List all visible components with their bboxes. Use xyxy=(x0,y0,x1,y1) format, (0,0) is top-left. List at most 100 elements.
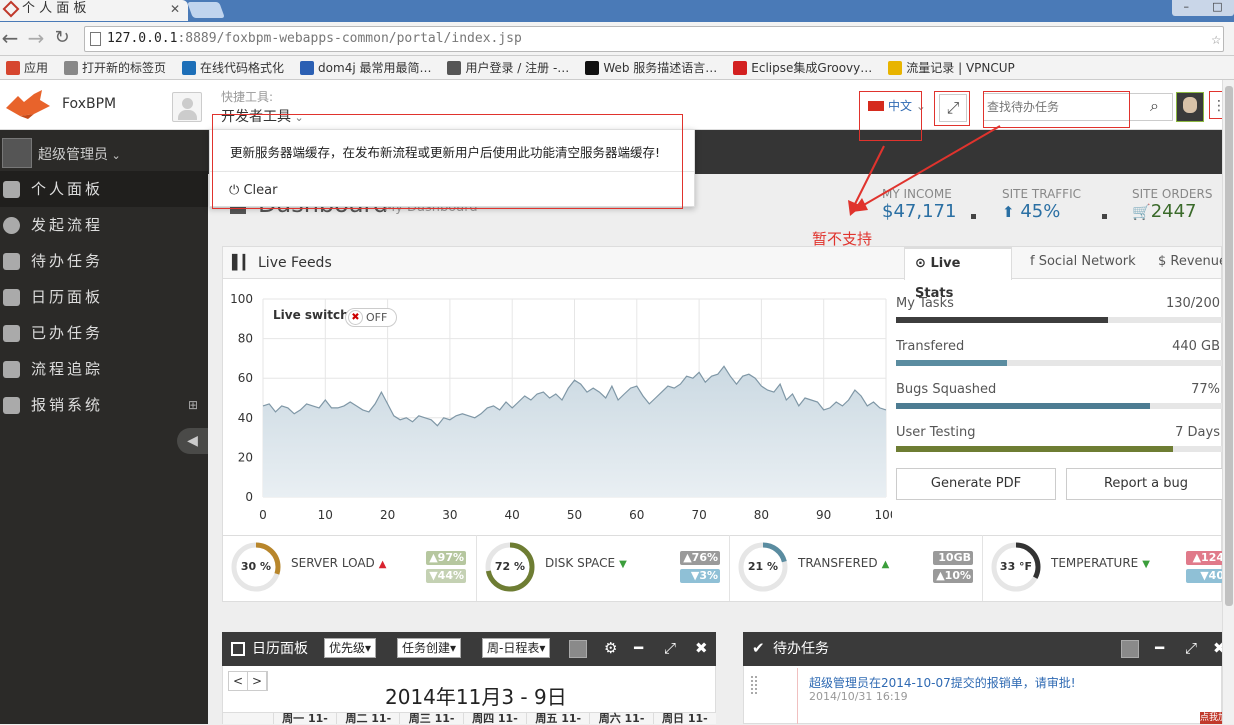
progress-label: Bugs Squashed xyxy=(896,382,997,397)
x-tick-label: 20 xyxy=(380,508,395,522)
bookmarks-bar: 应用 打开新的标签页 在线代码格式化 dom4j 最常用最简… 用户登录 / 注… xyxy=(0,56,1234,80)
gauge-value: 33 °F xyxy=(999,560,1033,573)
bookmark-item[interactable]: 流量记录 | VPNCUP xyxy=(888,59,1015,76)
calendar-nav[interactable]: < > xyxy=(228,671,268,691)
browser-tab[interactable]: 个 人 面 板 ✕ xyxy=(0,0,188,21)
progress-fill xyxy=(896,360,1007,366)
sidebar-item-start-process[interactable]: 发起流程 xyxy=(0,207,208,243)
color-swatch-button[interactable] xyxy=(569,640,587,658)
minimize-icon[interactable]: ━ xyxy=(1155,639,1164,657)
browser-toolbar: ← → ↻ 127.0.0.1:8889/foxbpm-webapps-comm… xyxy=(0,22,1234,56)
scrollbar-thumb[interactable] xyxy=(1225,86,1233,606)
calendar-icon xyxy=(3,397,20,414)
bookmark-item[interactable]: Web 服务描述语言… xyxy=(585,59,717,76)
day-header: 周六 11- xyxy=(589,713,652,725)
progress-label: User Testing xyxy=(896,425,976,440)
site-icon xyxy=(182,60,197,75)
week-schedule-select[interactable]: 周-日程表▾ xyxy=(482,638,551,658)
progress-fill xyxy=(896,317,1108,323)
generate-pdf-button[interactable]: Generate PDF xyxy=(896,468,1056,500)
bookmark-item[interactable]: 打开新的标签页 xyxy=(64,59,166,76)
window-controls[interactable]: – □ xyxy=(1172,0,1234,16)
tab-revenue[interactable]: $ Revenue xyxy=(1148,247,1222,280)
x-tick-label: 40 xyxy=(505,508,520,522)
bookmark-star-icon[interactable]: ☆ xyxy=(1211,27,1221,51)
calendar-day-headers: 周一 11- 周二 11- 周三 11- 周四 11- 周五 11- 周六 11… xyxy=(222,712,716,725)
url-host: 127.0.0.1 xyxy=(107,31,178,46)
priority-select[interactable]: 优先级▾ xyxy=(324,638,377,658)
expand-plus-icon[interactable]: ⊞ xyxy=(188,387,198,423)
back-icon[interactable]: ← xyxy=(0,26,20,50)
bookmark-item[interactable]: 用户登录 / 注册 -… xyxy=(447,59,569,76)
user-placeholder-icon[interactable] xyxy=(172,92,202,122)
drag-handle-icon[interactable] xyxy=(751,676,757,694)
report-bug-button[interactable]: Report a bug xyxy=(1066,468,1226,500)
reload-icon[interactable]: ↻ xyxy=(52,26,72,50)
bookmark-item[interactable]: dom4j 最常用最简… xyxy=(300,59,431,76)
color-swatch-button[interactable] xyxy=(1121,640,1139,658)
next-button[interactable]: > xyxy=(248,672,267,690)
new-tab-button[interactable] xyxy=(187,2,225,18)
sidebar-item-personal-panel[interactable]: 个人面板 xyxy=(0,171,208,207)
x-tick-label: 80 xyxy=(754,508,769,522)
site-icon xyxy=(300,60,315,75)
day-header: 周一 11- xyxy=(272,713,336,725)
calendar-icon xyxy=(231,642,245,656)
progress-bar xyxy=(896,446,1222,452)
chevron-down-icon: ⌄ xyxy=(108,149,121,162)
x-tick-label: 100 xyxy=(875,508,892,522)
tab-live-stats[interactable]: ⊙ Live Stats xyxy=(904,247,1012,301)
check-icon: ✔ xyxy=(752,639,765,657)
gauge-label: DISK SPACE ▼ xyxy=(545,556,627,570)
maximize-icon[interactable]: □ xyxy=(1212,0,1222,16)
sidebar-item-todo-tasks[interactable]: 待办任务 xyxy=(0,243,208,279)
sidebar-item-done-tasks[interactable]: 已办任务 xyxy=(0,315,208,351)
progress-fill xyxy=(896,446,1174,452)
close-icon[interactable]: ✖ xyxy=(695,639,708,657)
progress-value: 7 Days xyxy=(1175,425,1220,440)
sidebar-user[interactable]: 超级管理员 ⌄ xyxy=(0,138,208,168)
forward-icon[interactable]: → xyxy=(26,26,46,50)
live-switch-label: Live switch xyxy=(273,308,349,322)
sidebar-item-reimbursement[interactable]: 报销系统 ⊞ xyxy=(0,387,208,423)
sidebar-item-process-tracking[interactable]: 流程追踪 xyxy=(0,351,208,387)
search-icon[interactable]: ⌕ xyxy=(1150,96,1159,116)
prev-button[interactable]: < xyxy=(229,672,248,690)
bookmark-item[interactable]: Eclipse集成Groovy… xyxy=(733,59,872,76)
gauge-value: 21 % xyxy=(747,560,779,573)
page-scrollbar[interactable] xyxy=(1222,80,1234,724)
page-icon xyxy=(90,32,101,46)
trend-down-icon: ▼ xyxy=(619,559,627,570)
facebook-icon: f xyxy=(1030,254,1035,269)
gauge-pill: 10GB xyxy=(933,551,973,565)
gauge-divider xyxy=(476,535,477,601)
x-tick-label: 90 xyxy=(816,508,831,522)
minimize-icon[interactable]: ━ xyxy=(634,639,643,657)
todo-item-link[interactable]: 超级管理员在2014-10-07提交的报销单，请审批! xyxy=(809,674,1076,691)
calendar-range: 2014年11月3 - 9日 xyxy=(385,685,567,709)
bookmark-apps[interactable]: 应用 xyxy=(6,59,48,76)
close-icon: ✖ xyxy=(348,310,363,325)
day-header: 周三 11- xyxy=(399,713,462,725)
gauge-label: TEMPERATURE ▼ xyxy=(1051,556,1150,570)
gauge-divider xyxy=(982,535,983,601)
gauge-divider xyxy=(729,535,730,601)
task-created-select[interactable]: 任务创建▾ xyxy=(397,638,462,658)
tab-social-network[interactable]: f Social Network xyxy=(1020,247,1146,280)
y-tick-label: 60 xyxy=(238,371,253,385)
expand-icon[interactable]: ⤢ xyxy=(664,639,676,657)
minimize-icon[interactable]: – xyxy=(1184,0,1190,16)
url-bar[interactable]: 127.0.0.1:8889/foxbpm-webapps-common/por… xyxy=(84,26,1224,52)
tab-close-icon[interactable]: ✕ xyxy=(170,0,180,18)
expand-icon[interactable]: ⤢ xyxy=(1185,639,1197,657)
gear-icon[interactable]: ⚙ xyxy=(604,639,617,657)
bookmark-item[interactable]: 在线代码格式化 xyxy=(182,59,284,76)
avatar[interactable] xyxy=(1176,92,1204,122)
dashboard-icon xyxy=(3,181,20,198)
live-switch-toggle[interactable]: ✖ OFF xyxy=(345,308,397,327)
gauge-pill: ▲124 xyxy=(1186,551,1226,565)
sidebar-item-calendar[interactable]: 日历面板 xyxy=(0,279,208,315)
sidebar-collapse-button[interactable]: ◀ xyxy=(177,428,208,454)
bar-chart-icon: ▌▎ xyxy=(232,255,254,271)
x-tick-label: 10 xyxy=(318,508,333,522)
